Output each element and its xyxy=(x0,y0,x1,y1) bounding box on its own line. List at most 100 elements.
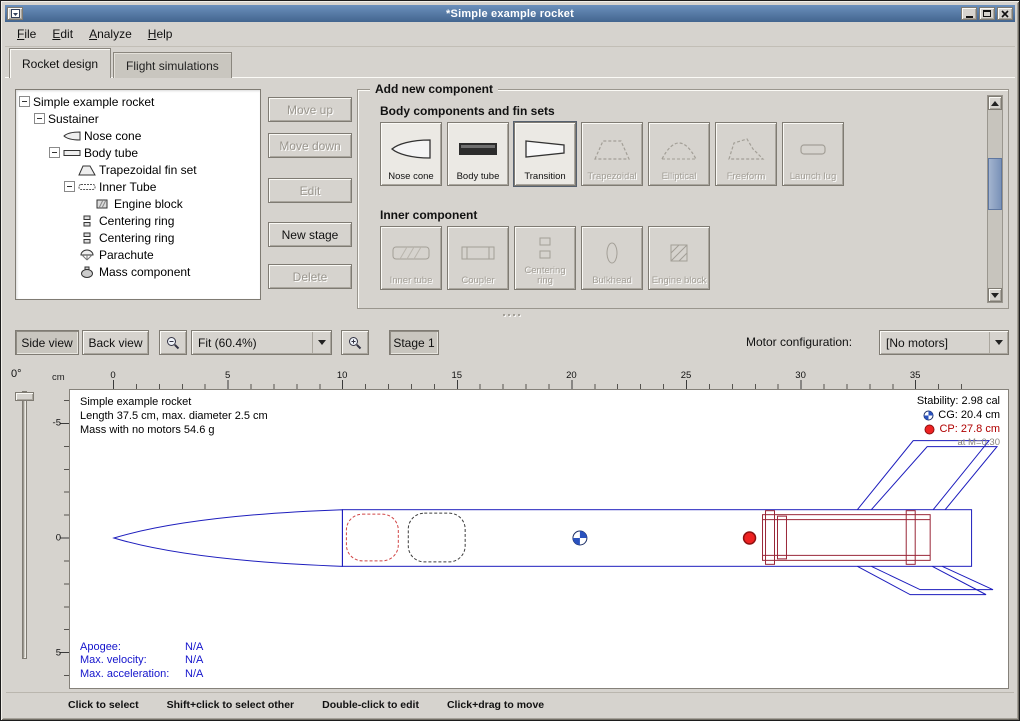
elliptical-fin-icon xyxy=(657,126,701,172)
minimize-icon xyxy=(966,16,973,18)
tree-item-trapezoidal-fin-set[interactable]: Trapezoidal fin set xyxy=(16,161,260,178)
tab-flight-simulations[interactable]: Flight simulations xyxy=(113,52,232,78)
component-button-transition[interactable]: Transition xyxy=(514,122,576,186)
ruler-tick-label: 35 xyxy=(910,370,921,381)
tree-item-label: Centering ring xyxy=(99,214,174,228)
zoom-out-button[interactable] xyxy=(159,330,187,355)
mach-value: at M=0.30 xyxy=(917,436,1000,450)
tab-rocket-design[interactable]: Rocket design xyxy=(9,48,111,78)
tree-item-centering-ring-1[interactable]: Centering ring xyxy=(16,212,260,229)
zoom-value: Fit (60.4%) xyxy=(192,336,311,350)
close-button[interactable] xyxy=(997,7,1013,20)
ruler-tick-label: 15 xyxy=(452,370,463,381)
close-icon xyxy=(1001,10,1009,18)
component-button-centering-ring[interactable]: Centering ring xyxy=(514,226,576,290)
component-button-label: Engine block xyxy=(652,276,706,286)
back-view-button[interactable]: Back view xyxy=(82,330,149,355)
component-button-freeform[interactable]: Freeform xyxy=(715,122,777,186)
tree-item-engine-block[interactable]: Engine block xyxy=(16,195,260,212)
collapse-icon[interactable] xyxy=(64,181,75,192)
vertical-ruler: -5 0 5 xyxy=(47,389,69,689)
tree-item-centering-ring-2[interactable]: Centering ring xyxy=(16,229,260,246)
rocket-info: Simple example rocket Length 37.5 cm, ma… xyxy=(80,395,268,437)
cp-icon xyxy=(924,424,935,435)
component-button-launch-lug[interactable]: Launch lug xyxy=(782,122,844,186)
rotation-slider-handle[interactable] xyxy=(15,392,34,401)
tree-item-inner-tube[interactable]: Inner Tube xyxy=(16,178,260,195)
rotation-slider-track[interactable] xyxy=(22,391,27,659)
rocket-canvas[interactable]: Simple example rocket Length 37.5 cm, ma… xyxy=(69,389,1009,689)
motor-configuration-value: [No motors] xyxy=(880,336,988,350)
splitter-handle[interactable] xyxy=(481,312,541,318)
transition-icon xyxy=(523,126,567,172)
component-button-label: Inner tube xyxy=(390,276,433,286)
component-button-label: Elliptical xyxy=(662,172,697,182)
component-button-trapezoidal[interactable]: Trapezoidal xyxy=(581,122,643,186)
scroll-down-icon xyxy=(991,293,999,298)
move-up-button[interactable]: Move up xyxy=(268,97,352,122)
maximize-button[interactable] xyxy=(979,7,995,20)
scroll-up-icon xyxy=(991,101,999,106)
tree-item-parachute[interactable]: Parachute xyxy=(16,246,260,263)
component-button-bulkhead[interactable]: Bulkhead xyxy=(581,226,643,290)
add-component-title: Add new component xyxy=(370,82,498,96)
body-components-section-title: Body components and fin sets xyxy=(380,104,555,118)
ruler-tick-label: 25 xyxy=(681,370,692,381)
component-button-coupler[interactable]: Coupler xyxy=(447,226,509,290)
component-button-elliptical[interactable]: Elliptical xyxy=(648,122,710,186)
scroll-up-button[interactable] xyxy=(988,96,1002,110)
scroll-down-button[interactable] xyxy=(988,288,1002,302)
menu-analyze[interactable]: Analyze xyxy=(81,25,140,43)
title-bar[interactable]: *Simple example rocket xyxy=(5,5,1015,22)
tree-item-sustainer[interactable]: Sustainer xyxy=(16,110,260,127)
hint-double-click: Double-click to edit xyxy=(322,699,419,711)
tree-item-label: Mass component xyxy=(99,265,190,279)
coupler-icon xyxy=(456,230,500,276)
delete-button[interactable]: Delete xyxy=(268,264,352,289)
component-tree[interactable]: Simple example rocket Sustainer Nose con… xyxy=(15,89,261,300)
hint-click-drag: Click+drag to move xyxy=(447,699,544,711)
component-button-inner-tube[interactable]: Inner tube xyxy=(380,226,442,290)
window-menu-button[interactable] xyxy=(7,7,23,20)
component-button-body-tube[interactable]: Body tube xyxy=(447,122,509,186)
minimize-button[interactable] xyxy=(961,7,977,20)
centering-ring-icon xyxy=(78,215,96,227)
max-velocity-label: Max. velocity: xyxy=(80,654,185,668)
tree-item-label: Sustainer xyxy=(48,112,99,126)
motor-configuration-select[interactable]: [No motors] xyxy=(879,330,1009,355)
scrollbar-thumb[interactable] xyxy=(988,158,1002,210)
nose-cone-icon xyxy=(63,130,81,142)
zoom-in-button[interactable] xyxy=(341,330,369,355)
zoom-select-arrow[interactable] xyxy=(312,332,330,353)
tree-item-body-tube[interactable]: Body tube xyxy=(16,144,260,161)
cg-value: CG: 20.4 cm xyxy=(938,408,1000,422)
tree-item-mass-component[interactable]: Mass component xyxy=(16,263,260,280)
stage-1-toggle[interactable]: Stage 1 xyxy=(389,330,439,355)
tree-item-rocket[interactable]: Simple example rocket xyxy=(16,93,260,110)
status-bar: Click to select Shift+click to select ot… xyxy=(6,692,1014,716)
motor-select-arrow[interactable] xyxy=(989,332,1007,353)
rocket-mass: Mass with no motors 54.6 g xyxy=(80,423,268,437)
zoom-select[interactable]: Fit (60.4%) xyxy=(191,330,332,355)
rotation-angle-label: 0° xyxy=(11,368,22,380)
window-menu-icon xyxy=(11,9,20,18)
hint-click-select: Click to select xyxy=(68,699,139,711)
lower-fin-outline-2 xyxy=(871,566,993,589)
menu-help[interactable]: Help xyxy=(140,25,181,43)
collapse-icon[interactable] xyxy=(49,147,60,158)
component-button-label: Centering ring xyxy=(516,266,574,286)
collapse-icon[interactable] xyxy=(19,96,30,107)
new-stage-button[interactable]: New stage xyxy=(268,222,352,247)
component-button-engine-block[interactable]: Engine block xyxy=(648,226,710,290)
side-view-button[interactable]: Side view xyxy=(15,330,79,355)
max-acceleration-label: Max. acceleration: xyxy=(80,668,185,682)
edit-button[interactable]: Edit xyxy=(268,178,352,203)
tree-item-nose-cone[interactable]: Nose cone xyxy=(16,127,260,144)
collapse-icon[interactable] xyxy=(34,113,45,124)
menu-edit[interactable]: Edit xyxy=(44,25,81,43)
menu-file[interactable]: File xyxy=(9,25,44,43)
move-down-button[interactable]: Move down xyxy=(268,133,352,158)
component-button-nose-cone[interactable]: Nose cone xyxy=(380,122,442,186)
cg-icon xyxy=(923,410,934,421)
component-scrollbar[interactable] xyxy=(987,95,1003,303)
